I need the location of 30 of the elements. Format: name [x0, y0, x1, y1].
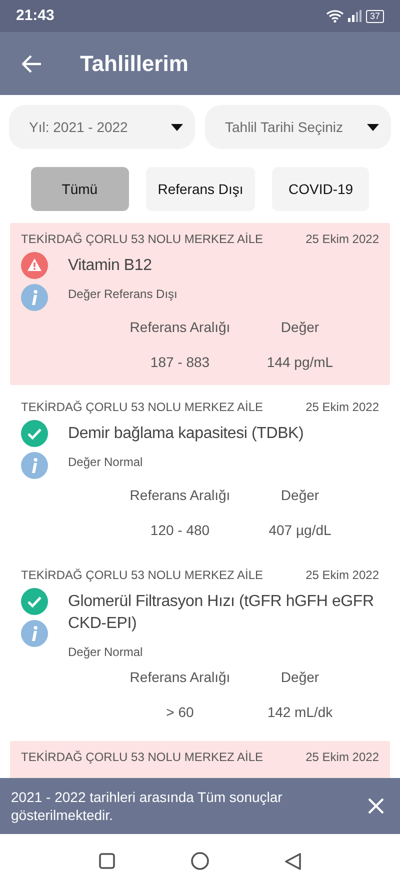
institution-name: TEKİRDAĞ ÇORLU 53 NOLU MERKEZ AİLE: [21, 231, 264, 248]
result-value: 407 µg/dL: [268, 521, 332, 540]
reference-range: 187 - 883: [149, 353, 211, 372]
result-status: Değer Normal: [68, 454, 144, 471]
reference-range: > 60: [165, 703, 195, 722]
column-label: Referans Aralığı: [128, 318, 232, 337]
test-name: Vitamin B12: [68, 256, 153, 276]
column-label: Referans Aralığı: [128, 486, 232, 505]
column-label: Değer: [280, 668, 320, 687]
institution-name: TEKİRDAĞ ÇORLU 53 NOLU MERKEZ AİLE: [21, 749, 264, 766]
result-date: 25 Ekim 2022: [306, 567, 379, 584]
snackbar-message: 2021 - 2022 tarihleri arasında Tüm sonuçlar gösterilmektedir.: [11, 788, 284, 824]
result-status: Değer Referans Dışı: [68, 286, 178, 303]
institution-name: TEKİRDAĞ ÇORLU 53 NOLU MERKEZ AİLE: [21, 567, 264, 584]
reference-range: 120 - 480: [149, 521, 211, 540]
result-date: 25 Ekim 2022: [306, 749, 379, 766]
result-status: Değer Normal: [68, 644, 144, 661]
result-value: 142 mL/dk: [266, 703, 334, 722]
result-value: 144 pg/mL: [266, 353, 334, 372]
column-label: Referans Aralığı: [128, 668, 232, 687]
result-date: 25 Ekim 2022: [306, 231, 379, 248]
test-name: Glomerül Filtrasyon Hızı (tGFR hGFH eGFR CKD-EPI): [68, 592, 375, 634]
institution-name: TEKİRDAĞ ÇORLU 53 NOLU MERKEZ AİLE: [21, 399, 264, 416]
page-title: Tahlillerim: [80, 50, 188, 78]
column-label: Değer: [280, 486, 320, 505]
result-date: 25 Ekim 2022: [306, 399, 379, 416]
battery-indicator: 37: [366, 10, 384, 22]
test-name: Demir bağlama kapasitesi (TDBK): [68, 424, 304, 444]
status-time: 21:43: [16, 6, 54, 26]
column-label: Değer: [280, 318, 320, 337]
